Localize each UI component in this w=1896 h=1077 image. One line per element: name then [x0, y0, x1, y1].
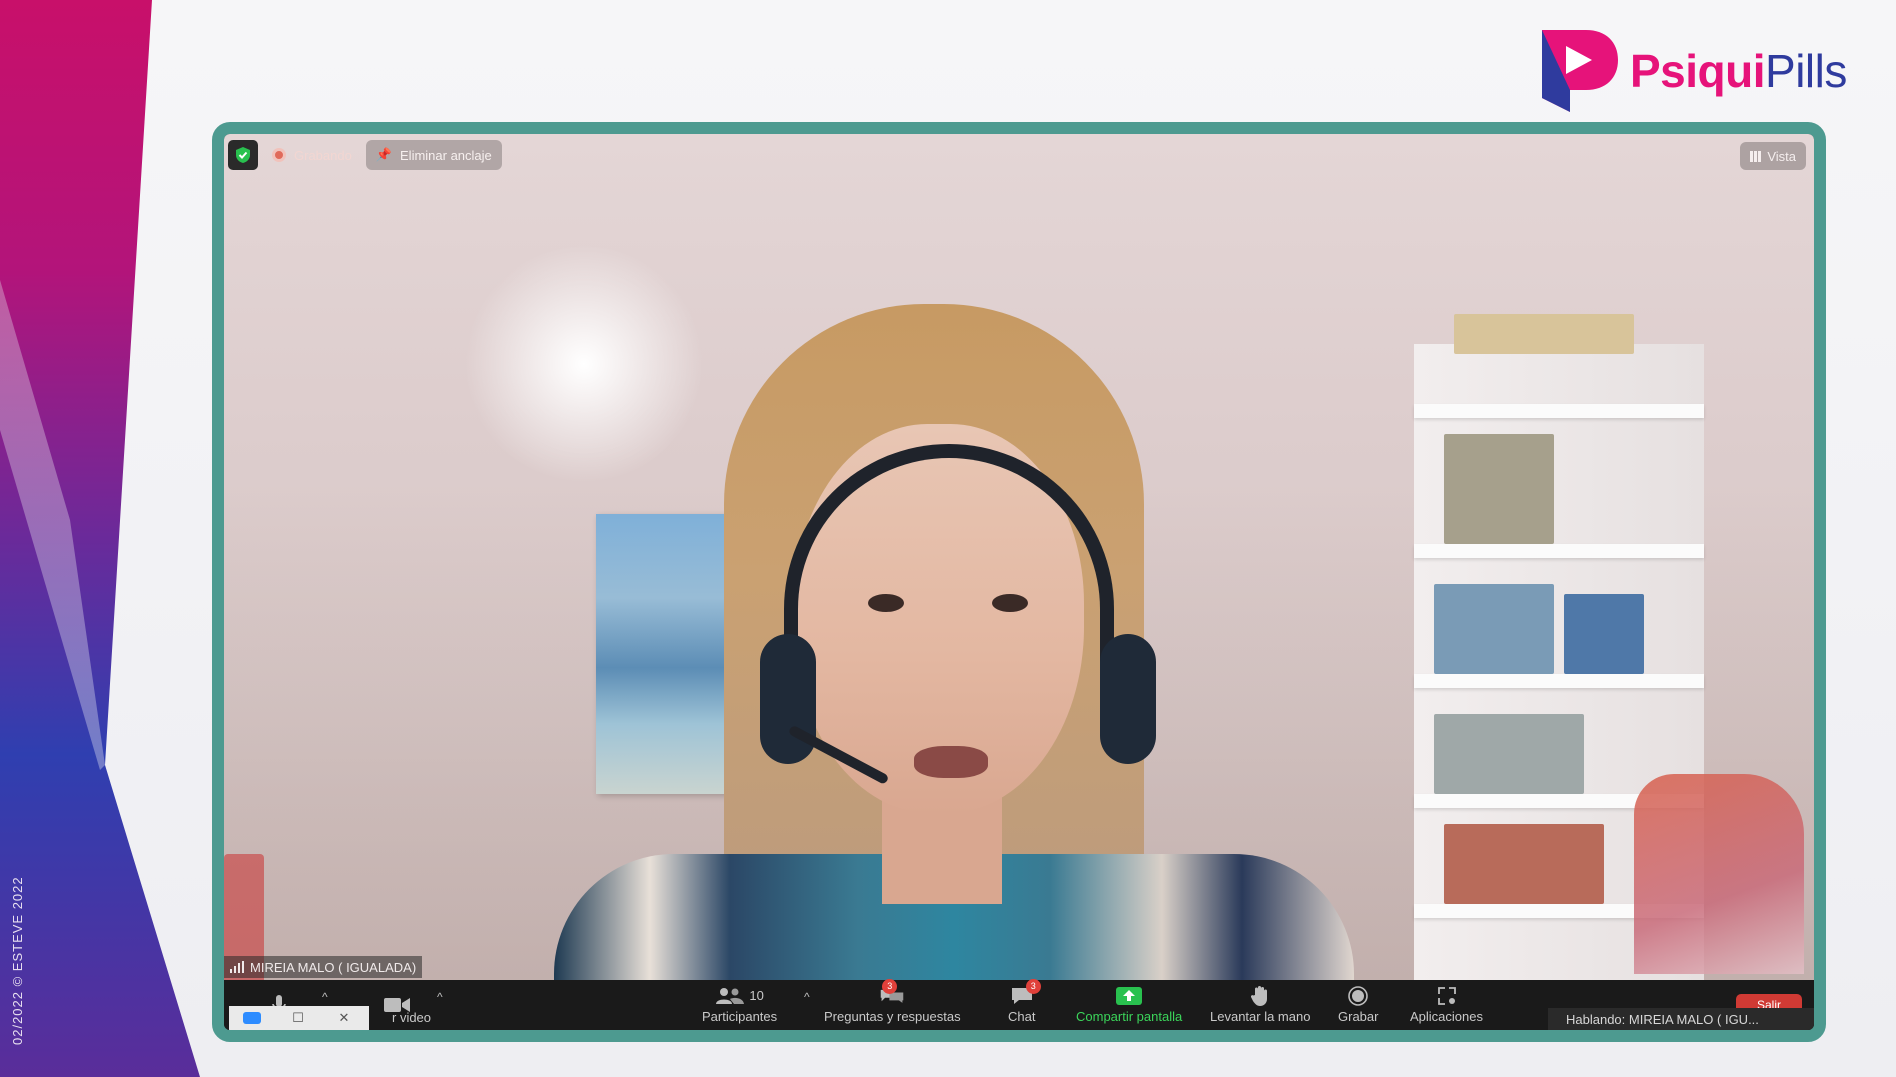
chat-icon: 3 [1009, 978, 1041, 1005]
logo-wordmark: PsiquiPills [1630, 44, 1847, 98]
shelf-board [1414, 404, 1704, 418]
participant-name-tag: MIREIA MALO ( IGUALADA) [224, 956, 423, 978]
close-icon[interactable]: ✕ [321, 1006, 367, 1030]
decorative-side-band [0, 0, 200, 1077]
psiquipills-logo: PsiquiPills [1536, 26, 1847, 116]
chat-badge: 3 [1025, 978, 1041, 994]
window-logo [229, 1006, 275, 1030]
shelf-box [1434, 584, 1554, 674]
apps-label: Aplicaciones [1410, 1008, 1483, 1024]
shield-icon [236, 147, 250, 163]
shelf-box [1444, 824, 1604, 904]
record-button[interactable]: Grabar [1338, 980, 1378, 1030]
raise-hand-button[interactable]: Levantar la mano [1210, 980, 1310, 1030]
zoom-meeting-window: Grabando 📌 Eliminar anclaje Vista MIREIA… [212, 122, 1826, 1042]
meeting-toolbar: ^ ^ r video ☐ ✕ 10 Participantes ^ 3 Pre… [224, 978, 1814, 1030]
speaking-indicator: Hablando: MIREIA MALO ( IGU... [1548, 1008, 1814, 1030]
raise-hand-label: Levantar la mano [1210, 1008, 1311, 1024]
signal-icon [230, 961, 244, 973]
share-screen-icon [1116, 986, 1143, 1005]
logo-word-light: Pills [1765, 45, 1847, 97]
security-button[interactable] [228, 140, 258, 170]
grid-icon [1750, 150, 1762, 162]
audio-options-caret[interactable]: ^ [322, 990, 328, 1004]
minimized-window-bar: ☐ ✕ [229, 1006, 369, 1030]
zoom-logo-icon [243, 1012, 261, 1024]
qa-badge: 3 [882, 978, 898, 994]
shelf-box [1444, 434, 1554, 544]
recording-label: Grabando [294, 147, 352, 163]
shelf-box [1454, 314, 1634, 354]
video-label-wrap: r video [392, 1004, 431, 1030]
recording-indicator[interactable]: Grabando [266, 140, 358, 170]
logo-play-icon [1542, 30, 1618, 112]
record-button-icon [1345, 985, 1371, 1006]
video-options-caret[interactable]: ^ [437, 990, 443, 1004]
record-label: Grabar [1338, 1008, 1379, 1024]
shelf-board [1414, 674, 1704, 688]
raise-hand-icon [1247, 985, 1273, 1006]
participant-name: MIREIA MALO ( IGUALADA) [250, 959, 417, 975]
signal-bar [242, 961, 244, 973]
participants-count: 10 [749, 988, 764, 1003]
view-label: Vista [1767, 148, 1796, 164]
pin-icon: 📌 [375, 147, 393, 162]
shelf-box [1564, 594, 1644, 674]
apps-button[interactable]: Aplicaciones [1410, 980, 1483, 1030]
participants-options-caret[interactable]: ^ [804, 990, 810, 1004]
participant-mouth [914, 746, 988, 778]
signal-bar [238, 963, 240, 973]
meeting-top-bar: Grabando 📌 Eliminar anclaje [228, 140, 502, 170]
speaking-label: Hablando: MIREIA MALO ( IGU... [1566, 1011, 1759, 1027]
qa-button[interactable]: 3 Preguntas y respuestas [824, 978, 961, 1030]
qa-label: Preguntas y respuestas [824, 1008, 961, 1024]
signal-bar [230, 969, 232, 973]
participants-button[interactable]: 10 Participantes [702, 980, 777, 1030]
unpin-button[interactable]: 📌 Eliminar anclaje [365, 140, 502, 170]
chat-button[interactable]: 3 Chat [1008, 978, 1041, 1030]
shelf-board [1414, 544, 1704, 558]
signal-bar [234, 966, 236, 973]
chat-label: Chat [1008, 1008, 1036, 1024]
participants-label: Participantes [702, 1008, 778, 1024]
maximize-button[interactable]: ☐ [275, 1006, 321, 1030]
background-chair [1634, 774, 1804, 974]
copyright-text: 02/2022 © ESTEVE 2022 [10, 876, 25, 1045]
video-label: r video [392, 1009, 432, 1025]
logo-word-bold: Psiqui [1630, 45, 1766, 97]
share-screen-button[interactable]: Compartir pantalla [1076, 980, 1182, 1030]
shelf-box [1434, 714, 1584, 794]
view-button[interactable]: Vista [1740, 142, 1806, 170]
record-icon [272, 148, 286, 162]
video-feed: Grabando 📌 Eliminar anclaje Vista MIREIA… [224, 134, 1814, 980]
unpin-label: Eliminar anclaje [400, 147, 492, 163]
participants-icon: 10 [710, 987, 770, 1005]
share-label: Compartir pantalla [1076, 1008, 1183, 1024]
qa-icon: 3 [879, 978, 905, 1005]
ceiling-light [464, 244, 704, 484]
apps-icon [1434, 986, 1460, 1005]
headset-earpiece [1100, 634, 1156, 764]
